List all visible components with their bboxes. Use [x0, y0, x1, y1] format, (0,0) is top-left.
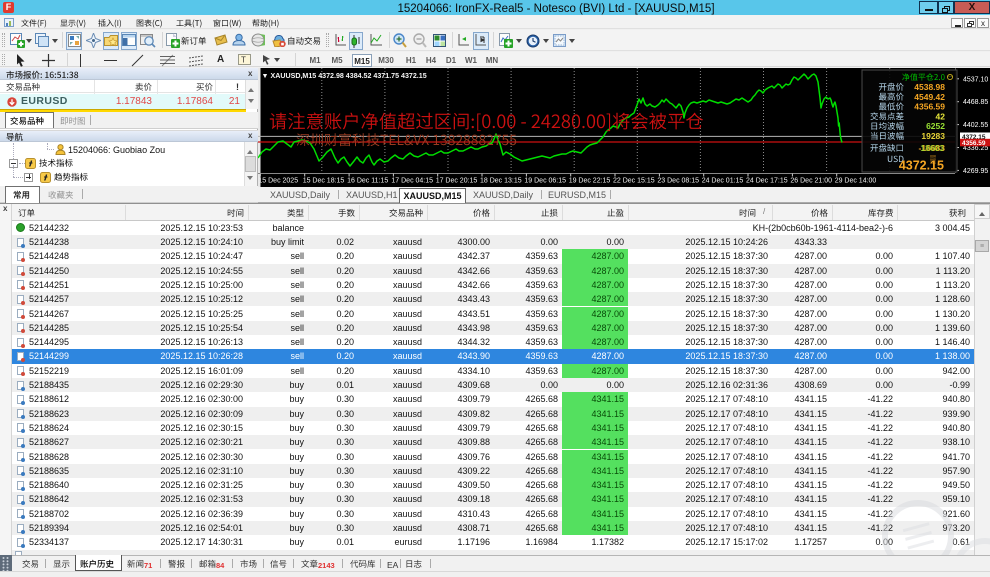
svg-text:22 Dec 15:15: 22 Dec 15:15: [613, 178, 655, 185]
svg-text:4468.85: 4468.85: [963, 99, 988, 106]
svg-text:18 Dec 13:15: 18 Dec 13:15: [480, 178, 522, 185]
svg-text:29 Dec 14:00: 29 Dec 14:00: [835, 178, 877, 185]
svg-text:4269.95: 4269.95: [963, 168, 988, 175]
svg-text:17 Dec 04:15: 17 Dec 04:15: [391, 178, 433, 185]
svg-text:▼ XAUUSD,M15 4372.98 4384.52 4: ▼ XAUUSD,M15 4372.98 4384.52 4371.75 437…: [262, 72, 427, 80]
svg-text:42: 42: [936, 111, 946, 121]
svg-text:17 Dec 20:15: 17 Dec 20:15: [436, 178, 478, 185]
svg-text:19 Dec 06:15: 19 Dec 06:15: [524, 178, 566, 185]
svg-text:23 Dec 08:15: 23 Dec 08:15: [657, 178, 699, 185]
svg-text:24 Dec 01:15: 24 Dec 01:15: [702, 178, 744, 185]
svg-text:15 Dec 2025: 15 Dec 2025: [258, 178, 298, 185]
svg-text:6252: 6252: [926, 121, 945, 131]
svg-text:4356.59: 4356.59: [962, 140, 986, 147]
svg-text:19 Dec 22:15: 19 Dec 22:15: [569, 178, 611, 185]
svg-text:4402.55: 4402.55: [963, 122, 988, 129]
svg-text:4549.42: 4549.42: [914, 92, 945, 102]
svg-text:26 Dec 21:00: 26 Dec 21:00: [790, 178, 832, 185]
svg-text:T: T: [241, 56, 246, 65]
svg-text:18603: 18603: [920, 143, 944, 153]
svg-text:15 Dec 18:15: 15 Dec 18:15: [303, 178, 345, 185]
svg-text:24 Dec 17:15: 24 Dec 17:15: [746, 178, 788, 185]
svg-text:4537.10: 4537.10: [963, 76, 988, 83]
svg-text:16 Dec 11:15: 16 Dec 11:15: [347, 178, 388, 185]
svg-text:19283: 19283: [921, 131, 945, 141]
svg-text:4356.59: 4356.59: [914, 102, 945, 112]
svg-text:4372.15: 4372.15: [899, 159, 944, 173]
svg-text:4538.98: 4538.98: [914, 82, 945, 92]
